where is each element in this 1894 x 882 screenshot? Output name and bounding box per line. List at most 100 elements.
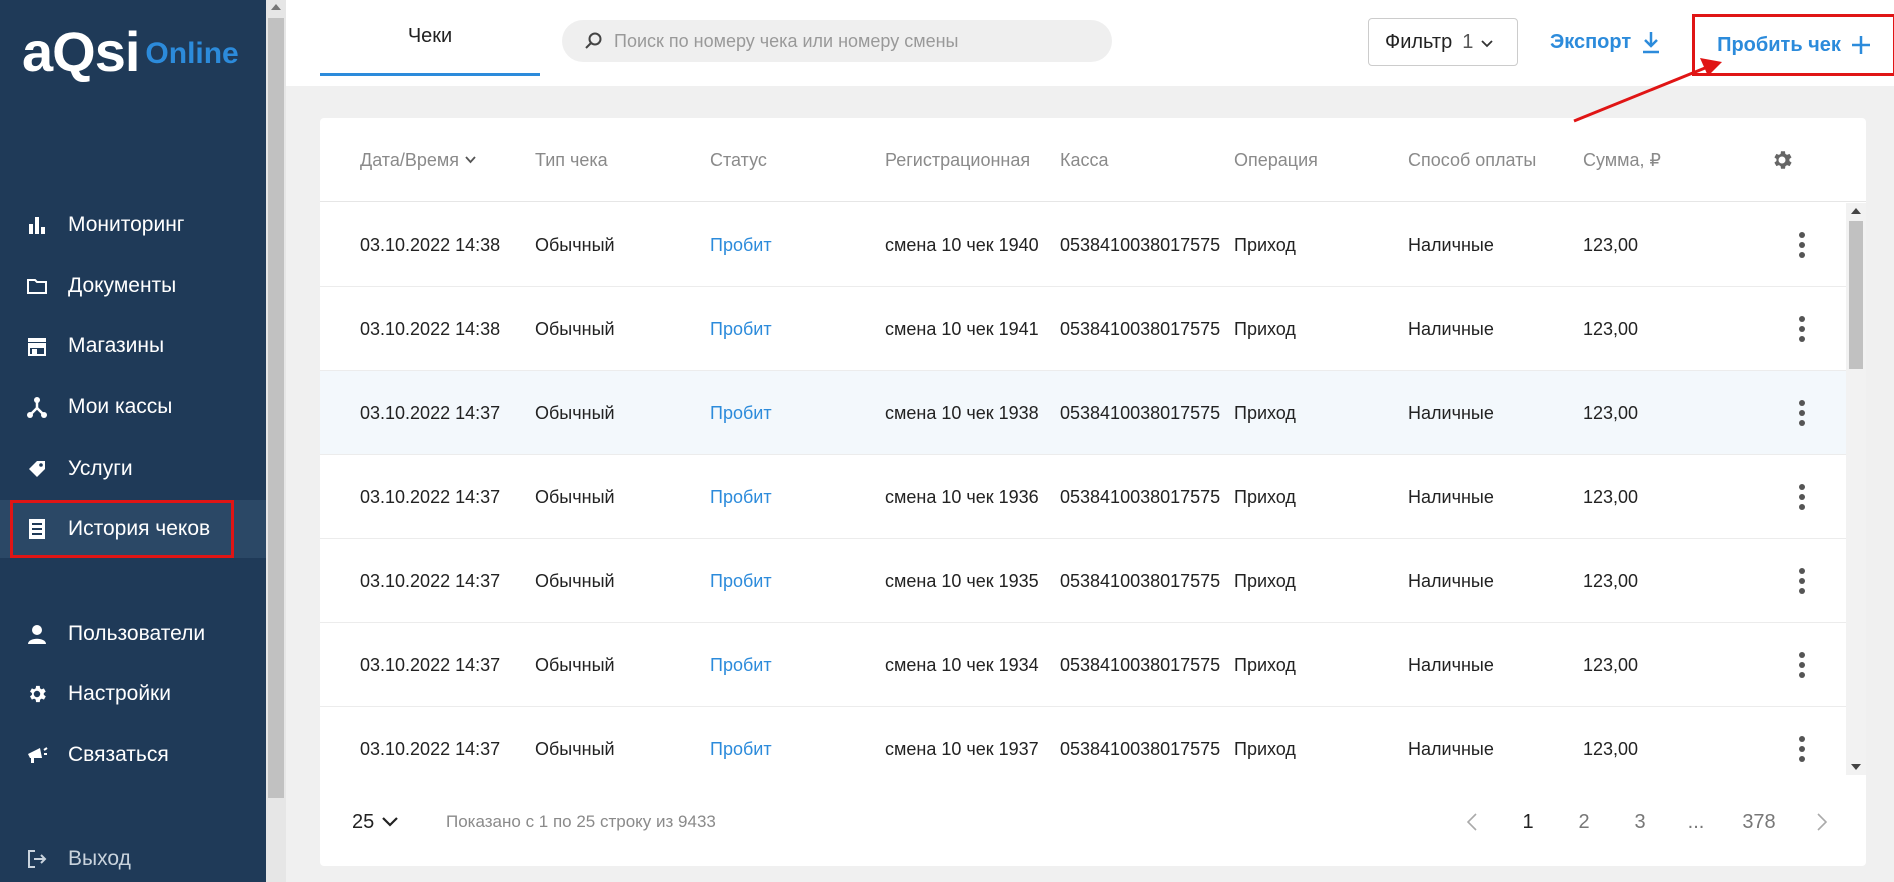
column-header-sum[interactable]: Сумма, ₽ bbox=[1583, 118, 1743, 202]
chevron-left-icon bbox=[1467, 813, 1477, 831]
sidebar-scrollbar[interactable] bbox=[266, 0, 286, 882]
plus-icon bbox=[1851, 36, 1870, 54]
sidebar: aQsi Online Мониторинг Документы Магазин… bbox=[0, 0, 266, 882]
scroll-thumb[interactable] bbox=[1849, 221, 1863, 369]
rows-per-page-value: 25 bbox=[352, 810, 375, 833]
cell-status: Пробит bbox=[710, 570, 772, 591]
sidebar-item-logout[interactable]: Выход bbox=[0, 830, 266, 882]
table-row[interactable]: 03.10.2022 14:38 Обычный Пробит смена 10… bbox=[320, 287, 1846, 371]
table-row[interactable]: 03.10.2022 14:37 Обычный Пробит смена 10… bbox=[320, 455, 1846, 539]
column-header-registration[interactable]: Регистрационная bbox=[885, 118, 1055, 202]
more-menu-icon[interactable] bbox=[1792, 649, 1812, 681]
print-receipt-button[interactable]: Пробить чек bbox=[1692, 14, 1894, 76]
sidebar-item-contact[interactable]: Связаться bbox=[0, 726, 266, 784]
table-row[interactable]: 03.10.2022 14:37 Обычный Пробит смена 10… bbox=[320, 371, 1846, 455]
table-scrollbar[interactable] bbox=[1846, 203, 1866, 775]
receipts-card: Дата/Время Тип чека Статус Регистрационн… bbox=[320, 118, 1866, 866]
column-header-operation[interactable]: Операция bbox=[1234, 118, 1394, 202]
sidebar-item-label: Пользователи bbox=[68, 622, 206, 645]
pagination: 1 2 3 ... 378 bbox=[1444, 802, 1850, 842]
cell-sum: 123,00 bbox=[1583, 654, 1639, 675]
more-menu-icon[interactable] bbox=[1792, 733, 1812, 765]
search-input[interactable] bbox=[614, 30, 1094, 52]
table-row[interactable]: 03.10.2022 14:37 Обычный Пробит смена 10… bbox=[320, 539, 1846, 623]
column-header-datetime[interactable]: Дата/Время bbox=[360, 118, 528, 202]
sidebar-item-monitoring[interactable]: Мониторинг bbox=[0, 196, 266, 254]
cell-payment: Наличные bbox=[1408, 654, 1494, 675]
cell-datetime: 03.10.2022 14:37 bbox=[360, 738, 501, 759]
sidebar-item-documents[interactable]: Документы bbox=[0, 257, 266, 315]
export-button[interactable]: Экспорт bbox=[1550, 20, 1661, 64]
table-body: 03.10.2022 14:38 Обычный Пробит смена 10… bbox=[320, 203, 1846, 775]
more-menu-icon[interactable] bbox=[1792, 313, 1812, 345]
gear-icon[interactable] bbox=[1770, 148, 1794, 172]
sidebar-item-label: Мониторинг bbox=[68, 213, 185, 236]
more-menu-icon[interactable] bbox=[1792, 397, 1812, 429]
scroll-thumb[interactable] bbox=[268, 18, 284, 798]
cell-payment: Наличные bbox=[1408, 318, 1494, 339]
user-icon bbox=[24, 621, 50, 647]
sidebar-item-services[interactable]: Услуги bbox=[0, 440, 266, 498]
column-header-kassa[interactable]: Касса bbox=[1060, 118, 1220, 202]
table-row[interactable]: 03.10.2022 14:37 Обычный Пробит смена 10… bbox=[320, 623, 1846, 707]
sidebar-item-settings[interactable]: Настройки bbox=[0, 665, 266, 723]
page-button-last[interactable]: 378 bbox=[1724, 802, 1794, 842]
column-header-type[interactable]: Тип чека bbox=[535, 118, 695, 202]
cell-kassa: 0538410038017575 bbox=[1060, 486, 1221, 507]
column-header-status[interactable]: Статус bbox=[710, 118, 870, 202]
cell-type: Обычный bbox=[535, 234, 615, 255]
megaphone-icon bbox=[24, 742, 50, 768]
cell-datetime: 03.10.2022 14:38 bbox=[360, 318, 501, 339]
cell-operation: Приход bbox=[1234, 234, 1296, 255]
print-receipt-label: Пробить чек bbox=[1717, 33, 1841, 56]
page-button-2[interactable]: 2 bbox=[1556, 802, 1612, 842]
table-row[interactable]: 03.10.2022 14:37 Обычный Пробит смена 10… bbox=[320, 707, 1846, 775]
cell-registration: смена 10 чек 1935 bbox=[885, 570, 1039, 591]
cell-type: Обычный bbox=[535, 486, 615, 507]
column-header-payment[interactable]: Способ оплаты bbox=[1408, 118, 1578, 202]
cell-operation: Приход bbox=[1234, 654, 1296, 675]
filter-button[interactable]: Фильтр 1 bbox=[1368, 18, 1518, 66]
tab-checks[interactable]: Чеки bbox=[320, 0, 540, 76]
chevron-down-icon bbox=[1481, 31, 1493, 54]
cell-operation: Приход bbox=[1234, 570, 1296, 591]
scroll-up-arrow[interactable] bbox=[1851, 208, 1861, 214]
table-footer: 25 Показано с 1 по 25 строку из 9433 1 2… bbox=[320, 778, 1866, 866]
chevron-right-icon bbox=[1817, 813, 1827, 831]
sidebar-item-label: Мои кассы bbox=[68, 395, 173, 418]
filter-label: Фильтр bbox=[1385, 30, 1453, 53]
scroll-down-arrow[interactable] bbox=[1851, 764, 1861, 770]
page-button-3[interactable]: 3 bbox=[1612, 802, 1668, 842]
logo[interactable]: aQsi Online bbox=[22, 22, 239, 82]
more-menu-icon[interactable] bbox=[1792, 565, 1812, 597]
cell-registration: смена 10 чек 1941 bbox=[885, 318, 1039, 339]
sidebar-item-receipt-history[interactable]: История чеков bbox=[0, 500, 266, 558]
cell-registration: смена 10 чек 1937 bbox=[885, 738, 1039, 759]
rows-per-page-select[interactable]: 25 bbox=[352, 802, 399, 842]
sidebar-item-label: Услуги bbox=[68, 457, 133, 480]
page-ellipsis: ... bbox=[1687, 810, 1705, 833]
cell-status: Пробит bbox=[710, 234, 772, 255]
sidebar-item-my-registers[interactable]: Мои кассы bbox=[0, 378, 266, 436]
logo-online: Online bbox=[145, 37, 239, 70]
folder-icon bbox=[24, 273, 50, 299]
more-menu-icon[interactable] bbox=[1792, 481, 1812, 513]
scroll-up-arrow[interactable] bbox=[271, 4, 281, 10]
cell-sum: 123,00 bbox=[1583, 234, 1639, 255]
sidebar-item-label: Документы bbox=[68, 274, 177, 297]
more-menu-icon[interactable] bbox=[1792, 229, 1812, 261]
page-button-1[interactable]: 1 bbox=[1500, 802, 1556, 842]
sidebar-item-stores[interactable]: Магазины bbox=[0, 317, 266, 375]
next-page-button[interactable] bbox=[1794, 802, 1850, 842]
prev-page-button[interactable] bbox=[1444, 802, 1500, 842]
export-label: Экспорт bbox=[1550, 30, 1632, 53]
gear-icon bbox=[24, 681, 50, 707]
cell-registration: смена 10 чек 1936 bbox=[885, 486, 1039, 507]
cell-payment: Наличные bbox=[1408, 402, 1494, 423]
sidebar-item-users[interactable]: Пользователи bbox=[0, 605, 266, 663]
cell-operation: Приход bbox=[1234, 318, 1296, 339]
search-box[interactable] bbox=[562, 20, 1112, 62]
cell-datetime: 03.10.2022 14:37 bbox=[360, 570, 501, 591]
cell-status: Пробит bbox=[710, 654, 772, 675]
table-row[interactable]: 03.10.2022 14:38 Обычный Пробит смена 10… bbox=[320, 203, 1846, 287]
